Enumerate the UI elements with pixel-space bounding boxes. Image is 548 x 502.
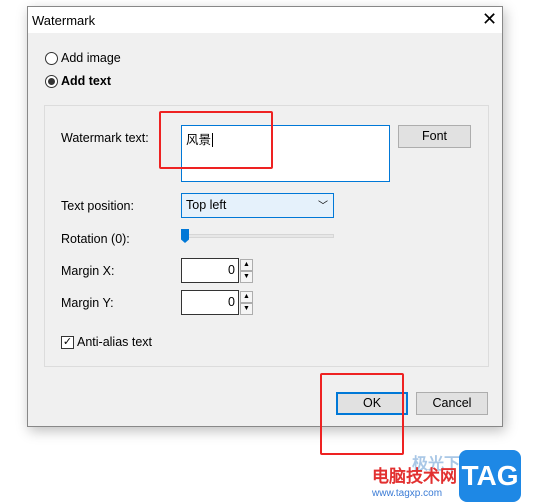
anti-alias-label: Anti-alias text	[77, 335, 153, 349]
logo-url-text: www.tagxp.com	[372, 488, 443, 499]
text-position-label: Text position:	[61, 199, 134, 213]
highlight-box-text	[159, 111, 273, 169]
rotation-slider-thumb[interactable]	[181, 229, 189, 243]
cancel-button[interactable]: Cancel	[416, 392, 488, 415]
margin-x-label: Margin X:	[61, 264, 115, 278]
radio-label: Add text	[61, 74, 111, 88]
watermark-dialog: Watermark ✕ Add image Add text Watermark…	[27, 6, 503, 427]
margin-x-input[interactable]: 0	[181, 258, 239, 283]
chevron-down-icon: ﹀	[318, 201, 328, 212]
title-bar: Watermark ✕	[28, 7, 502, 33]
logo-tag-badge: TAG	[459, 450, 521, 502]
margin-y-down[interactable]: ▼	[240, 303, 253, 315]
radio-add-text[interactable]: Add text	[45, 74, 111, 88]
margin-x-up[interactable]: ▲	[240, 259, 253, 271]
rotation-label: Rotation (0):	[61, 232, 130, 246]
checkbox-checked-icon: ✓	[61, 335, 74, 349]
dialog-title: Watermark	[32, 13, 96, 28]
logo-cn-text: 电脑技术网	[372, 467, 457, 486]
font-button[interactable]: Font	[398, 125, 471, 148]
watermark-text-label: Watermark text:	[61, 131, 149, 145]
margin-y-input[interactable]: 0	[181, 290, 239, 315]
anti-alias-checkbox[interactable]: ✓ Anti-alias text	[61, 335, 152, 349]
text-position-dropdown[interactable]: Top left ﹀	[181, 193, 334, 218]
radio-icon	[45, 51, 58, 65]
site-watermark-logo: 极光下载站 电脑技术网 www.tagxp.com TAG	[372, 450, 548, 502]
margin-y-up[interactable]: ▲	[240, 291, 253, 303]
highlight-box-ok	[320, 373, 404, 455]
radio-add-image[interactable]: Add image	[45, 51, 121, 65]
radio-label: Add image	[61, 51, 121, 65]
radio-selected-icon	[45, 74, 58, 88]
margin-y-label: Margin Y:	[61, 296, 114, 310]
rotation-slider-track[interactable]	[181, 234, 334, 238]
margin-x-down[interactable]: ▼	[240, 271, 253, 283]
close-icon[interactable]: ✕	[482, 9, 497, 30]
